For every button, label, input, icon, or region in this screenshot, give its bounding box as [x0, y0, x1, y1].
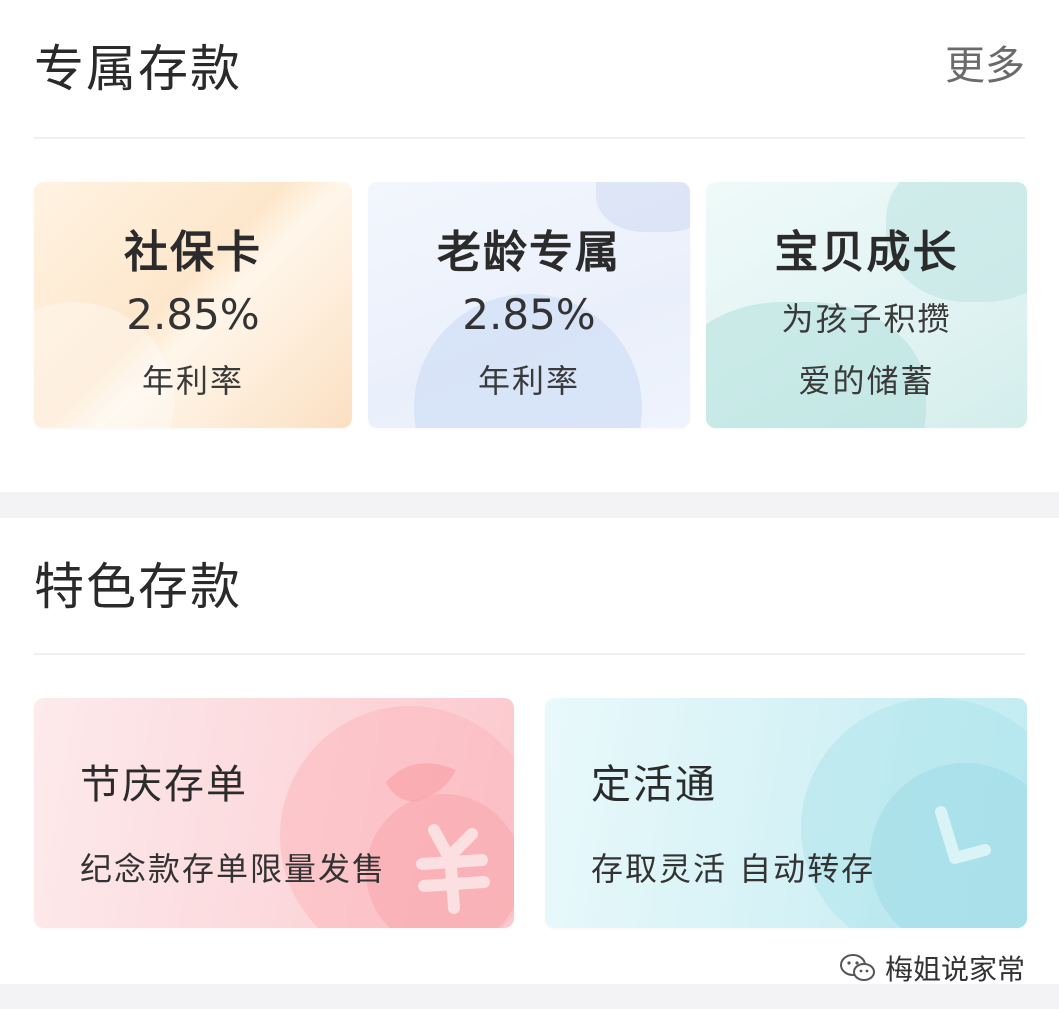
card-subtitle: 纪念款存单限量发售: [80, 850, 387, 888]
fixed-flexible-card-product[interactable]: 定活通 存取灵活 自动转存: [545, 698, 1027, 928]
card-title: 宝贝成长: [774, 227, 959, 278]
card-title: 定活通: [591, 762, 717, 808]
clock-icon: [870, 763, 1027, 928]
card-title: 老龄专属: [437, 227, 621, 278]
card-title: 社保卡: [124, 227, 262, 278]
social-security-card-product[interactable]: 社保卡 2.85% 年利率: [34, 182, 352, 428]
baby-growth-card-product[interactable]: 宝贝成长 为孩子积攒 爱的储蓄: [706, 182, 1027, 428]
card-rate: 2.85%: [462, 290, 596, 339]
card-rate: 2.85%: [126, 290, 260, 339]
senior-exclusive-card-product[interactable]: 老龄专属 2.85% 年利率: [368, 182, 690, 428]
card-rate-label: 年利率: [141, 362, 244, 400]
card-rate-label: 年利率: [477, 362, 580, 400]
money-bag-icon: [366, 763, 514, 928]
card-title: 节庆存单: [80, 762, 248, 808]
exclusive-deposit-section: 专属存款 更多 社保卡 2.85% 年利率 老龄专属 2.85% 年利率 宝贝成…: [0, 0, 1059, 492]
wechat-icon: [839, 954, 875, 981]
card-subtitle: 存取灵活 自动转存: [591, 850, 876, 888]
watermark: 梅姐说家常: [839, 948, 1025, 988]
featured-deposit-section: 特色存款 节庆存单 纪念款存单限量发售 定活通 存取灵活 自动转存 梅姐说家常: [0, 518, 1059, 986]
more-link[interactable]: 更多: [945, 46, 1025, 86]
divider: [34, 653, 1025, 655]
section-title: 专属存款: [34, 40, 242, 98]
section-title: 特色存款: [34, 558, 242, 616]
divider: [34, 137, 1025, 139]
card-line2: 爱的储蓄: [798, 362, 935, 400]
card-line1: 为孩子积攒: [781, 300, 952, 338]
festival-deposit-card-product[interactable]: 节庆存单 纪念款存单限量发售: [34, 698, 514, 928]
watermark-text: 梅姐说家常: [884, 953, 1025, 986]
